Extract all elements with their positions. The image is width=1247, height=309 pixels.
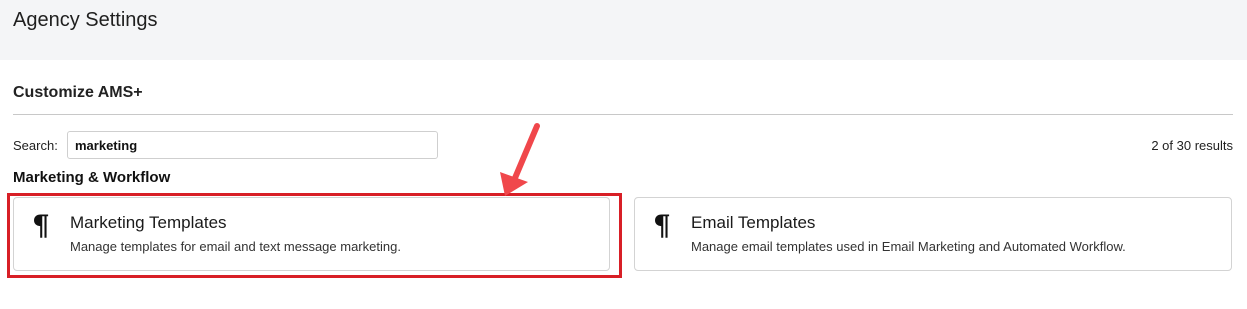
pilcrow-icon: ¶	[653, 209, 671, 242]
card-title: Marketing Templates	[70, 213, 227, 232]
results-count: 2 of 30 results	[1151, 138, 1233, 153]
pointer-arrow-icon	[500, 123, 540, 196]
section-title: Customize AMS+	[13, 84, 143, 101]
pilcrow-icon: ¶	[32, 209, 50, 242]
category-title: Marketing & Workflow	[13, 169, 171, 186]
card-description: Manage email templates used in Email Mar…	[691, 239, 1126, 254]
page-title: Agency Settings	[13, 9, 158, 31]
marketing-templates-card[interactable]: ¶ Marketing Templates Manage templates f…	[13, 197, 610, 271]
agency-settings-page: Agency Settings Customize AMS+ Search: 2…	[0, 0, 1247, 309]
section-divider	[13, 114, 1233, 115]
card-title: Email Templates	[691, 213, 816, 232]
page-header: Agency Settings	[0, 0, 1247, 60]
search-label: Search:	[13, 138, 58, 153]
email-templates-card[interactable]: ¶ Email Templates Manage email templates…	[634, 197, 1232, 271]
search-input[interactable]	[67, 131, 438, 159]
card-description: Manage templates for email and text mess…	[70, 239, 401, 254]
